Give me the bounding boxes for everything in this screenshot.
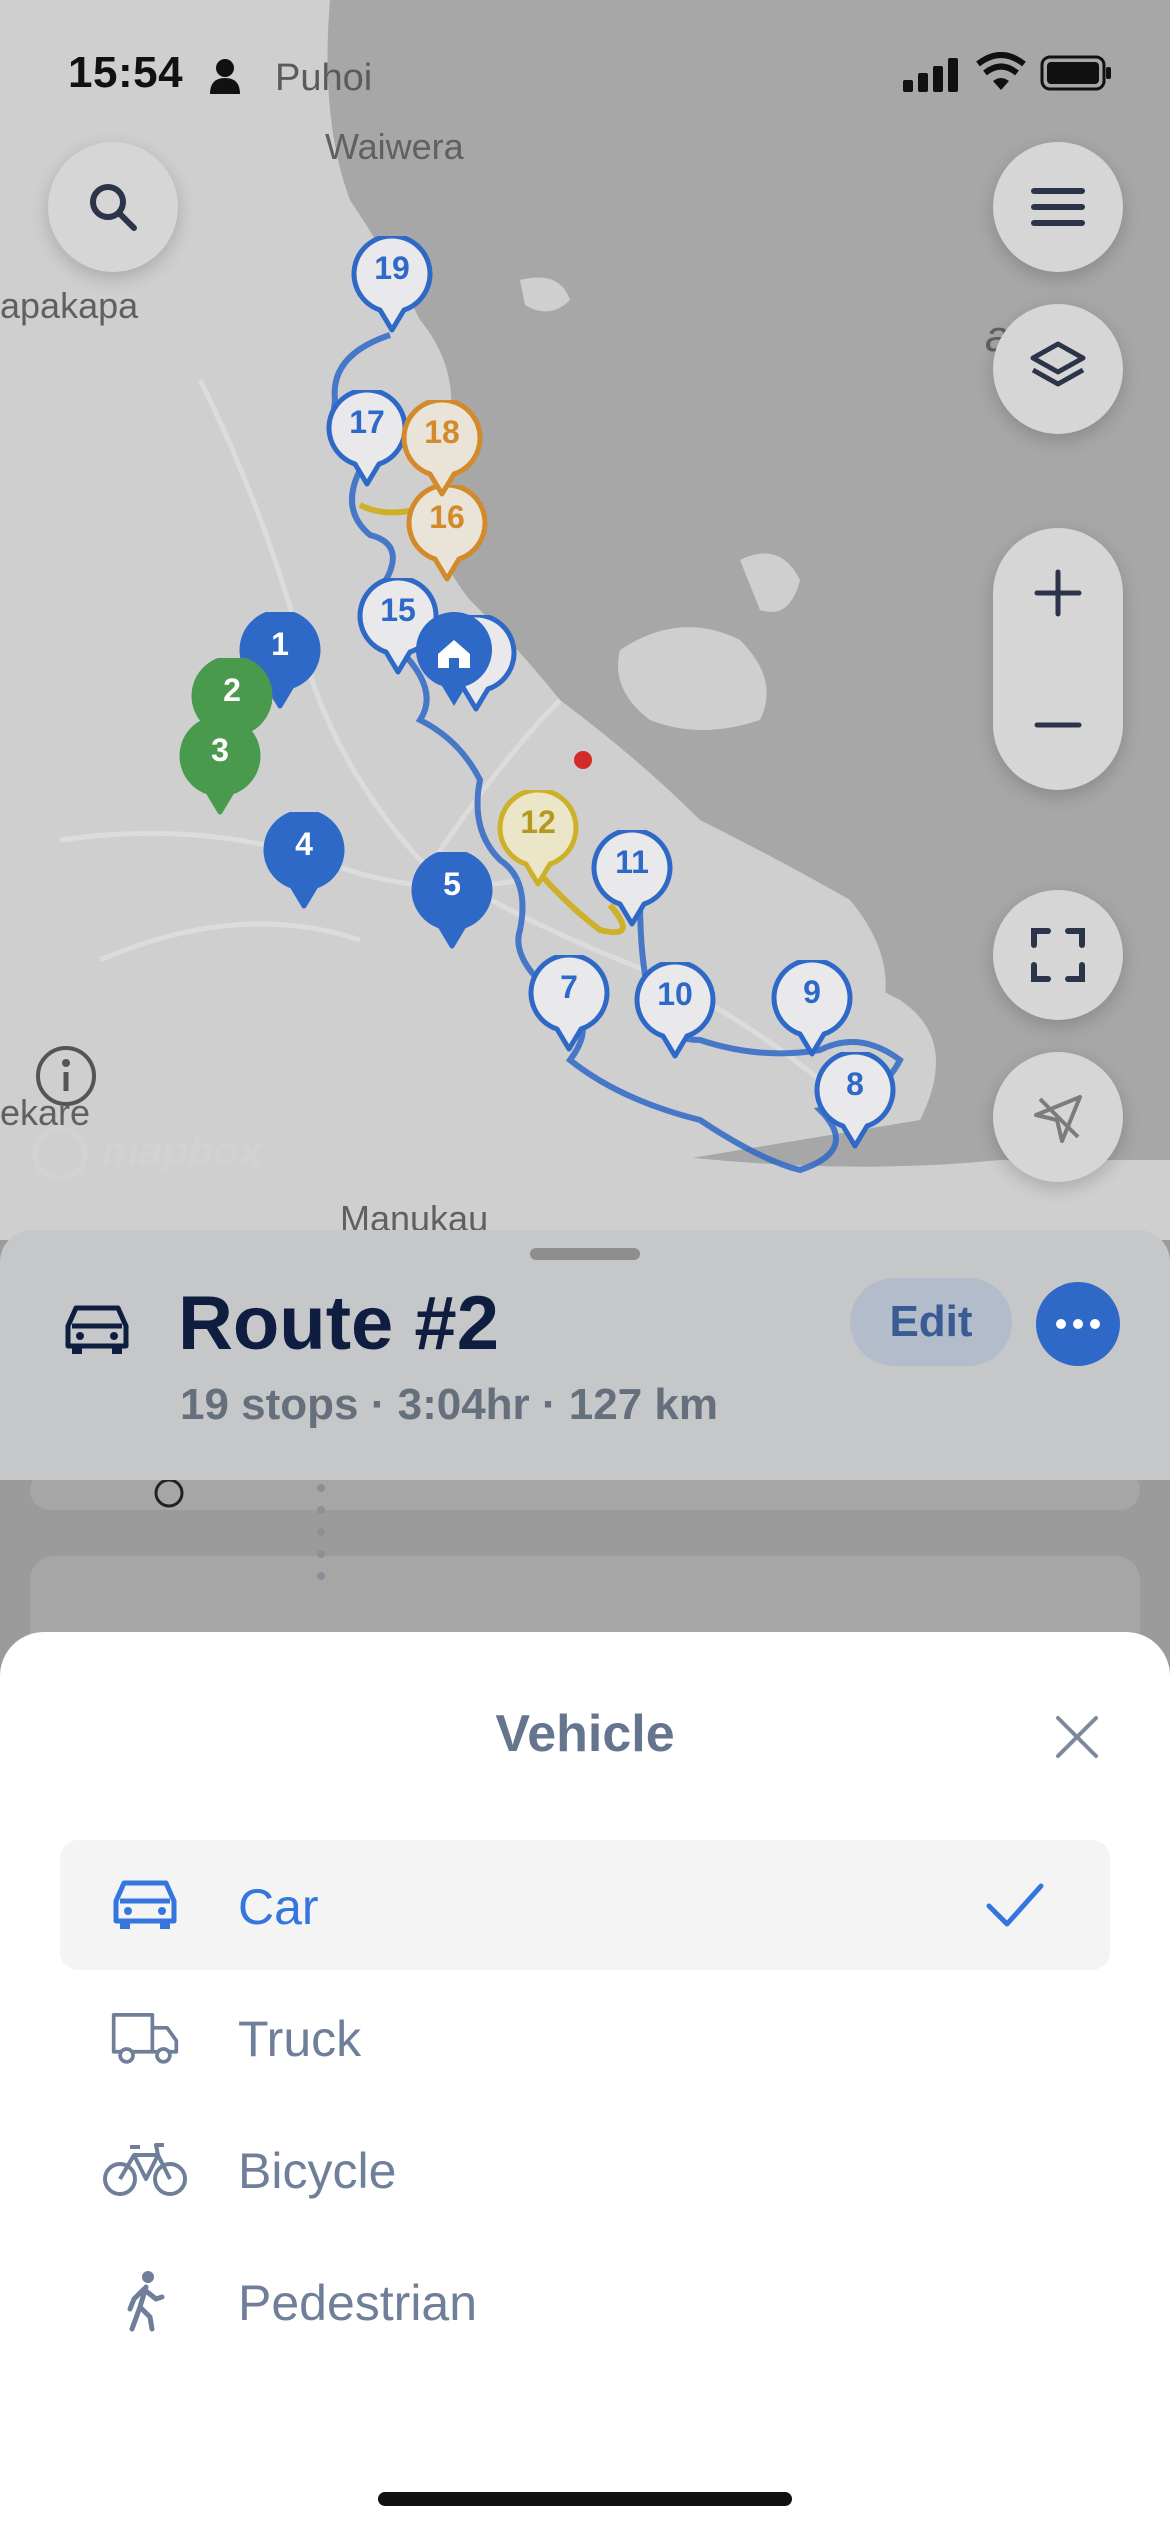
vehicle-option-label: Truck [238,2011,362,2067]
mapbox-wordmark: mapbox [101,1127,263,1175]
zoom-in-button[interactable] [993,528,1123,658]
route-stop-pin[interactable]: 4 [262,809,346,910]
route-stop-pin[interactable]: 16 [405,482,489,583]
timeline-dots [317,1484,325,1580]
stop-number: 4 [295,826,313,862]
route-stop-pin[interactable]: 3 [178,715,262,816]
mapbox-icon [32,1126,88,1182]
sheet-title: Vehicle [495,1705,675,1763]
route-stop-pin[interactable]: 5 [410,849,494,950]
status-bar: 15:54 Puhoi [0,0,1170,140]
location-arrow-icon [1034,1095,1082,1143]
map-view[interactable]: Waiwera apakapa Manukau ekare a P 123457… [0,0,1170,1240]
ellipsis-icon [1056,1319,1066,1329]
route-stop-pin[interactable]: 18 [400,397,484,498]
vehicle-option-bicycle[interactable]: Bicycle [60,2104,1110,2234]
route-stop-pin[interactable]: 12 [496,787,580,888]
locate-button[interactable] [993,1052,1123,1182]
fit-bounds-button[interactable] [993,890,1123,1020]
route-stop-pin[interactable]: 7 [527,952,611,1053]
stop-number: 7 [560,969,578,1005]
route-stop-pin[interactable]: 8 [813,1049,897,1150]
search-button[interactable] [48,142,178,272]
cellular-signal-icon [903,58,958,92]
stop-number: 19 [374,250,410,286]
menu-icon [1031,188,1085,226]
pedestrian-icon [127,2271,165,2332]
bicycle-icon [103,2143,187,2196]
car-icon [65,1305,129,1354]
plus-icon [1034,569,1082,617]
vehicle-option-label: Pedestrian [238,2275,478,2331]
car-icon [113,1880,177,1929]
stop-number: 11 [615,844,649,880]
stop-number: 9 [803,974,821,1010]
drag-handle[interactable] [530,1248,640,1260]
layers-icon [1030,341,1086,387]
route-summary: 19 stops · 3:04hr · 127 km [180,1380,719,1429]
vehicle-sheet: Vehicle Car Truck Bicycle Pedestrian [0,1632,1170,2532]
route-title: Route #2 [178,1281,499,1366]
zoom-out-button[interactable] [993,660,1123,790]
truck-icon [111,2013,179,2064]
status-location: Puhoi [275,57,373,99]
stop-number: 16 [429,499,465,535]
stop-number: 17 [349,404,385,440]
stops-list [0,1470,1170,1656]
stop-number: 8 [846,1066,864,1102]
stop-number: 18 [424,414,460,450]
vehicle-option-label: Bicycle [238,2143,397,2199]
mapbox-logo: mapbox [30,1124,263,1184]
map-place-label: apakapa [0,285,139,326]
stop-number: 10 [657,976,693,1012]
battery-icon [1040,55,1111,91]
route-stop-pin[interactable]: 17 [325,387,409,488]
route-stop-pin[interactable]: 19 [350,233,434,334]
route-stop-pin[interactable]: 9 [770,957,854,1058]
info-icon[interactable] [34,1044,98,1108]
stop-number: 3 [211,732,229,768]
fullscreen-icon [1031,928,1085,982]
edit-route-button[interactable]: Edit [850,1278,1012,1366]
minus-icon [1034,722,1082,728]
stop-number: 12 [520,804,556,840]
wifi-icon [976,52,1026,90]
layers-button[interactable] [993,304,1123,434]
menu-button[interactable] [993,142,1123,272]
status-time: 15:54 [68,48,184,97]
route-stop-pin[interactable]: 10 [633,959,717,1060]
home-indicator[interactable] [378,2492,792,2506]
home-pin[interactable] [412,611,496,710]
zoom-control [993,528,1123,790]
route-stop-pin[interactable]: 11 [590,827,674,928]
more-options-button[interactable] [1036,1282,1120,1366]
search-icon [90,184,137,231]
vehicle-option-truck[interactable]: Truck [60,1972,1110,2102]
stop-number: 5 [443,866,461,902]
vehicle-option-car[interactable]: Car [60,1840,1110,1970]
vehicle-option-pedestrian[interactable]: Pedestrian [60,2236,1110,2366]
stop-number: 2 [223,672,241,708]
home-icon [416,611,492,706]
close-icon[interactable] [1052,1712,1102,1762]
clock-icon [154,1478,184,1508]
route-summary-panel: Route #2 19 stops · 3:04hr · 127 km Edit [0,1230,1170,1480]
person-icon [210,59,240,94]
checkmark-icon [986,1883,1044,1927]
vehicle-option-label: Car [238,1879,319,1935]
